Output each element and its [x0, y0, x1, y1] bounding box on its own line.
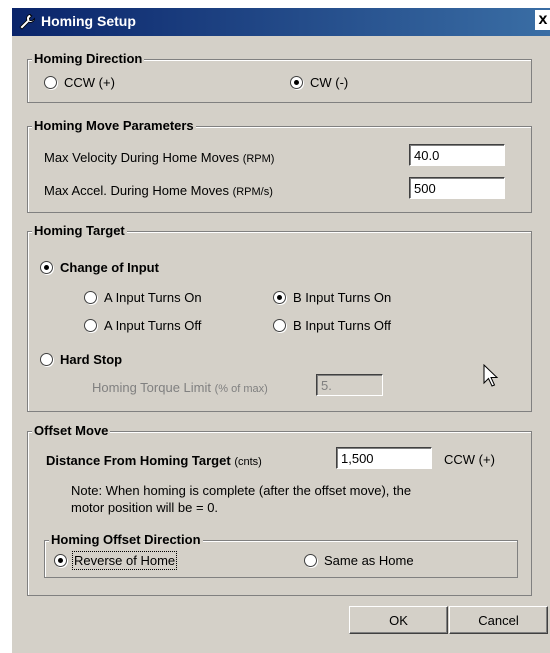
homing-target-group: Homing Target Change of Input A Input Tu… [27, 223, 532, 412]
velocity-label-text: Max Velocity During Home Moves [44, 150, 240, 165]
radio-hard-stop[interactable]: Hard Stop [40, 352, 122, 367]
offset-direction-group: Homing Offset Direction Reverse of Home … [44, 532, 518, 578]
offset-move-legend: Offset Move [32, 423, 111, 438]
radio-reverse-of-home-indicator [54, 554, 67, 567]
title-bar[interactable]: Homing Setup x [12, 8, 550, 36]
radio-b-input-off[interactable]: B Input Turns Off [273, 318, 391, 333]
window-title: Homing Setup [41, 13, 136, 29]
radio-same-as-home-indicator [304, 554, 317, 567]
accel-input[interactable]: 500 [409, 177, 505, 199]
radio-change-of-input-label: Change of Input [60, 260, 159, 275]
torque-limit-input[interactable]: 5. [316, 374, 383, 396]
radio-a-input-off-label: A Input Turns Off [104, 318, 202, 333]
torque-limit-label-text: Homing Torque Limit [92, 380, 211, 395]
accel-label: Max Accel. During Home Moves (RPM/s) [44, 183, 273, 198]
radio-hard-stop-indicator [40, 353, 53, 366]
move-parameters-group: Homing Move Parameters Max Velocity Duri… [27, 118, 532, 213]
radio-b-input-on-label: B Input Turns On [293, 290, 392, 305]
note-line-1: Note: When homing is complete (after the… [71, 483, 412, 498]
cancel-button[interactable]: Cancel [449, 606, 548, 634]
radio-b-input-off-indicator [273, 319, 286, 332]
radio-reverse-of-home[interactable]: Reverse of Home [54, 551, 178, 570]
distance-label: Distance From Homing Target (cnts) [46, 453, 262, 468]
distance-unit: (cnts) [234, 456, 262, 468]
accel-unit: (RPM/s) [232, 186, 273, 198]
accel-label-text: Max Accel. During Home Moves [44, 183, 229, 198]
radio-a-input-off-indicator [84, 319, 97, 332]
offset-direction-legend: Homing Offset Direction [49, 532, 203, 547]
radio-cw-label: CW (-) [310, 75, 349, 90]
radio-b-input-off-label: B Input Turns Off [293, 318, 392, 333]
radio-b-input-on[interactable]: B Input Turns On [273, 290, 391, 305]
radio-same-as-home-label: Same as Home [324, 553, 414, 568]
radio-change-of-input-indicator [40, 261, 53, 274]
ok-button[interactable]: OK [349, 606, 448, 634]
mouse-cursor-icon [483, 363, 499, 391]
radio-cw[interactable]: CW (-) [290, 75, 348, 90]
homing-direction-group: Homing Direction CCW (+) CW (-) [27, 51, 532, 103]
homing-direction-legend: Homing Direction [32, 51, 145, 66]
radio-a-input-off[interactable]: A Input Turns Off [84, 318, 201, 333]
radio-change-of-input[interactable]: Change of Input [40, 260, 159, 275]
radio-b-input-on-indicator [273, 291, 286, 304]
radio-hard-stop-label: Hard Stop [60, 352, 123, 367]
distance-direction: CCW (+) [444, 452, 495, 467]
distance-label-text: Distance From Homing Target [46, 453, 231, 468]
radio-same-as-home[interactable]: Same as Home [304, 553, 414, 568]
offset-move-group: Offset Move Distance From Homing Target … [27, 423, 532, 596]
move-parameters-legend: Homing Move Parameters [32, 118, 196, 133]
radio-ccw[interactable]: CCW (+) [44, 75, 115, 90]
velocity-unit: (RPM) [242, 153, 275, 165]
distance-input[interactable]: 1,500 [336, 447, 432, 469]
radio-a-input-on[interactable]: A Input Turns On [84, 290, 202, 305]
torque-limit-label: Homing Torque Limit (% of max) [92, 380, 268, 395]
close-button[interactable]: x [535, 10, 550, 30]
radio-cw-indicator [290, 76, 303, 89]
homing-target-legend: Homing Target [32, 223, 127, 238]
radio-ccw-label: CCW (+) [64, 75, 115, 90]
radio-reverse-of-home-label: Reverse of Home [71, 551, 178, 570]
torque-limit-unit: (% of max) [214, 383, 268, 395]
radio-ccw-indicator [44, 76, 57, 89]
wrench-icon [18, 13, 36, 34]
radio-a-input-on-indicator [84, 291, 97, 304]
homing-setup-dialog: Homing Setup x Homing Direction CCW (+) … [11, 7, 550, 653]
note-line-2: motor position will be = 0. [71, 500, 219, 515]
velocity-label: Max Velocity During Home Moves (RPM) [44, 150, 274, 165]
velocity-input[interactable]: 40.0 [409, 144, 505, 166]
radio-a-input-on-label: A Input Turns On [104, 290, 202, 305]
